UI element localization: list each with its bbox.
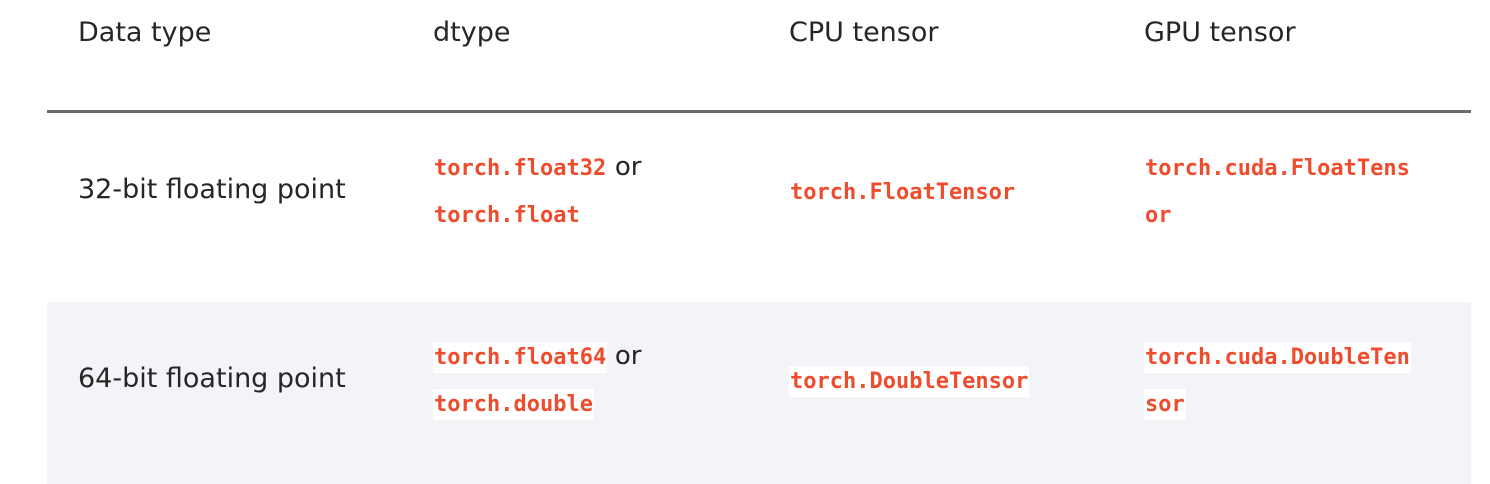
data-type-cell: 32-bit floating point (78, 174, 346, 205)
dtype-primary-code: torch.float32 (434, 156, 607, 181)
header-cpu-tensor: CPU tensor (789, 17, 939, 48)
gpu-tensor-code-line2: sor (1144, 389, 1186, 420)
cpu-tensor-cell: torch.DoubleTensor (789, 357, 1030, 404)
dtype-cell: torch.float32 or torch.float (433, 144, 641, 238)
header-data-type: Data type (78, 17, 212, 48)
gpu-tensor-code-line1: torch.cuda.FloatTens (1145, 156, 1410, 181)
cpu-tensor-code: torch.DoubleTensor (789, 366, 1030, 397)
dtype-connector: or (614, 152, 642, 182)
dtype-cell: torch.float64 or torch.double (433, 333, 641, 427)
gpu-tensor-code-line2: or (1145, 203, 1172, 228)
header-dtype: dtype (433, 17, 511, 48)
dtype-alias-code: torch.float (434, 203, 580, 228)
gpu-tensor-cell: torch.cuda.DoubleTen sor (1144, 333, 1411, 427)
dtype-connector: or (614, 341, 642, 371)
dtype-alias-code: torch.double (433, 389, 594, 420)
header-gpu-tensor: GPU tensor (1144, 17, 1296, 48)
cpu-tensor-code: torch.FloatTensor (790, 180, 1016, 205)
table-header-row: Data type dtype CPU tensor GPU tensor (47, 0, 1471, 110)
cpu-tensor-cell: torch.FloatTensor (789, 168, 1016, 215)
gpu-tensor-code-line1: torch.cuda.DoubleTen (1144, 342, 1411, 373)
gpu-tensor-cell: torch.cuda.FloatTens or (1144, 144, 1411, 238)
data-type-cell: 64-bit floating point (78, 363, 346, 394)
dtype-primary-code: torch.float64 (433, 342, 608, 373)
table-row: 32-bit floating point torch.float32 or t… (47, 113, 1471, 302)
table-row: 64-bit floating point torch.float64 or t… (47, 302, 1471, 484)
dtype-table: Data type dtype CPU tensor GPU tensor 32… (0, 0, 1490, 484)
